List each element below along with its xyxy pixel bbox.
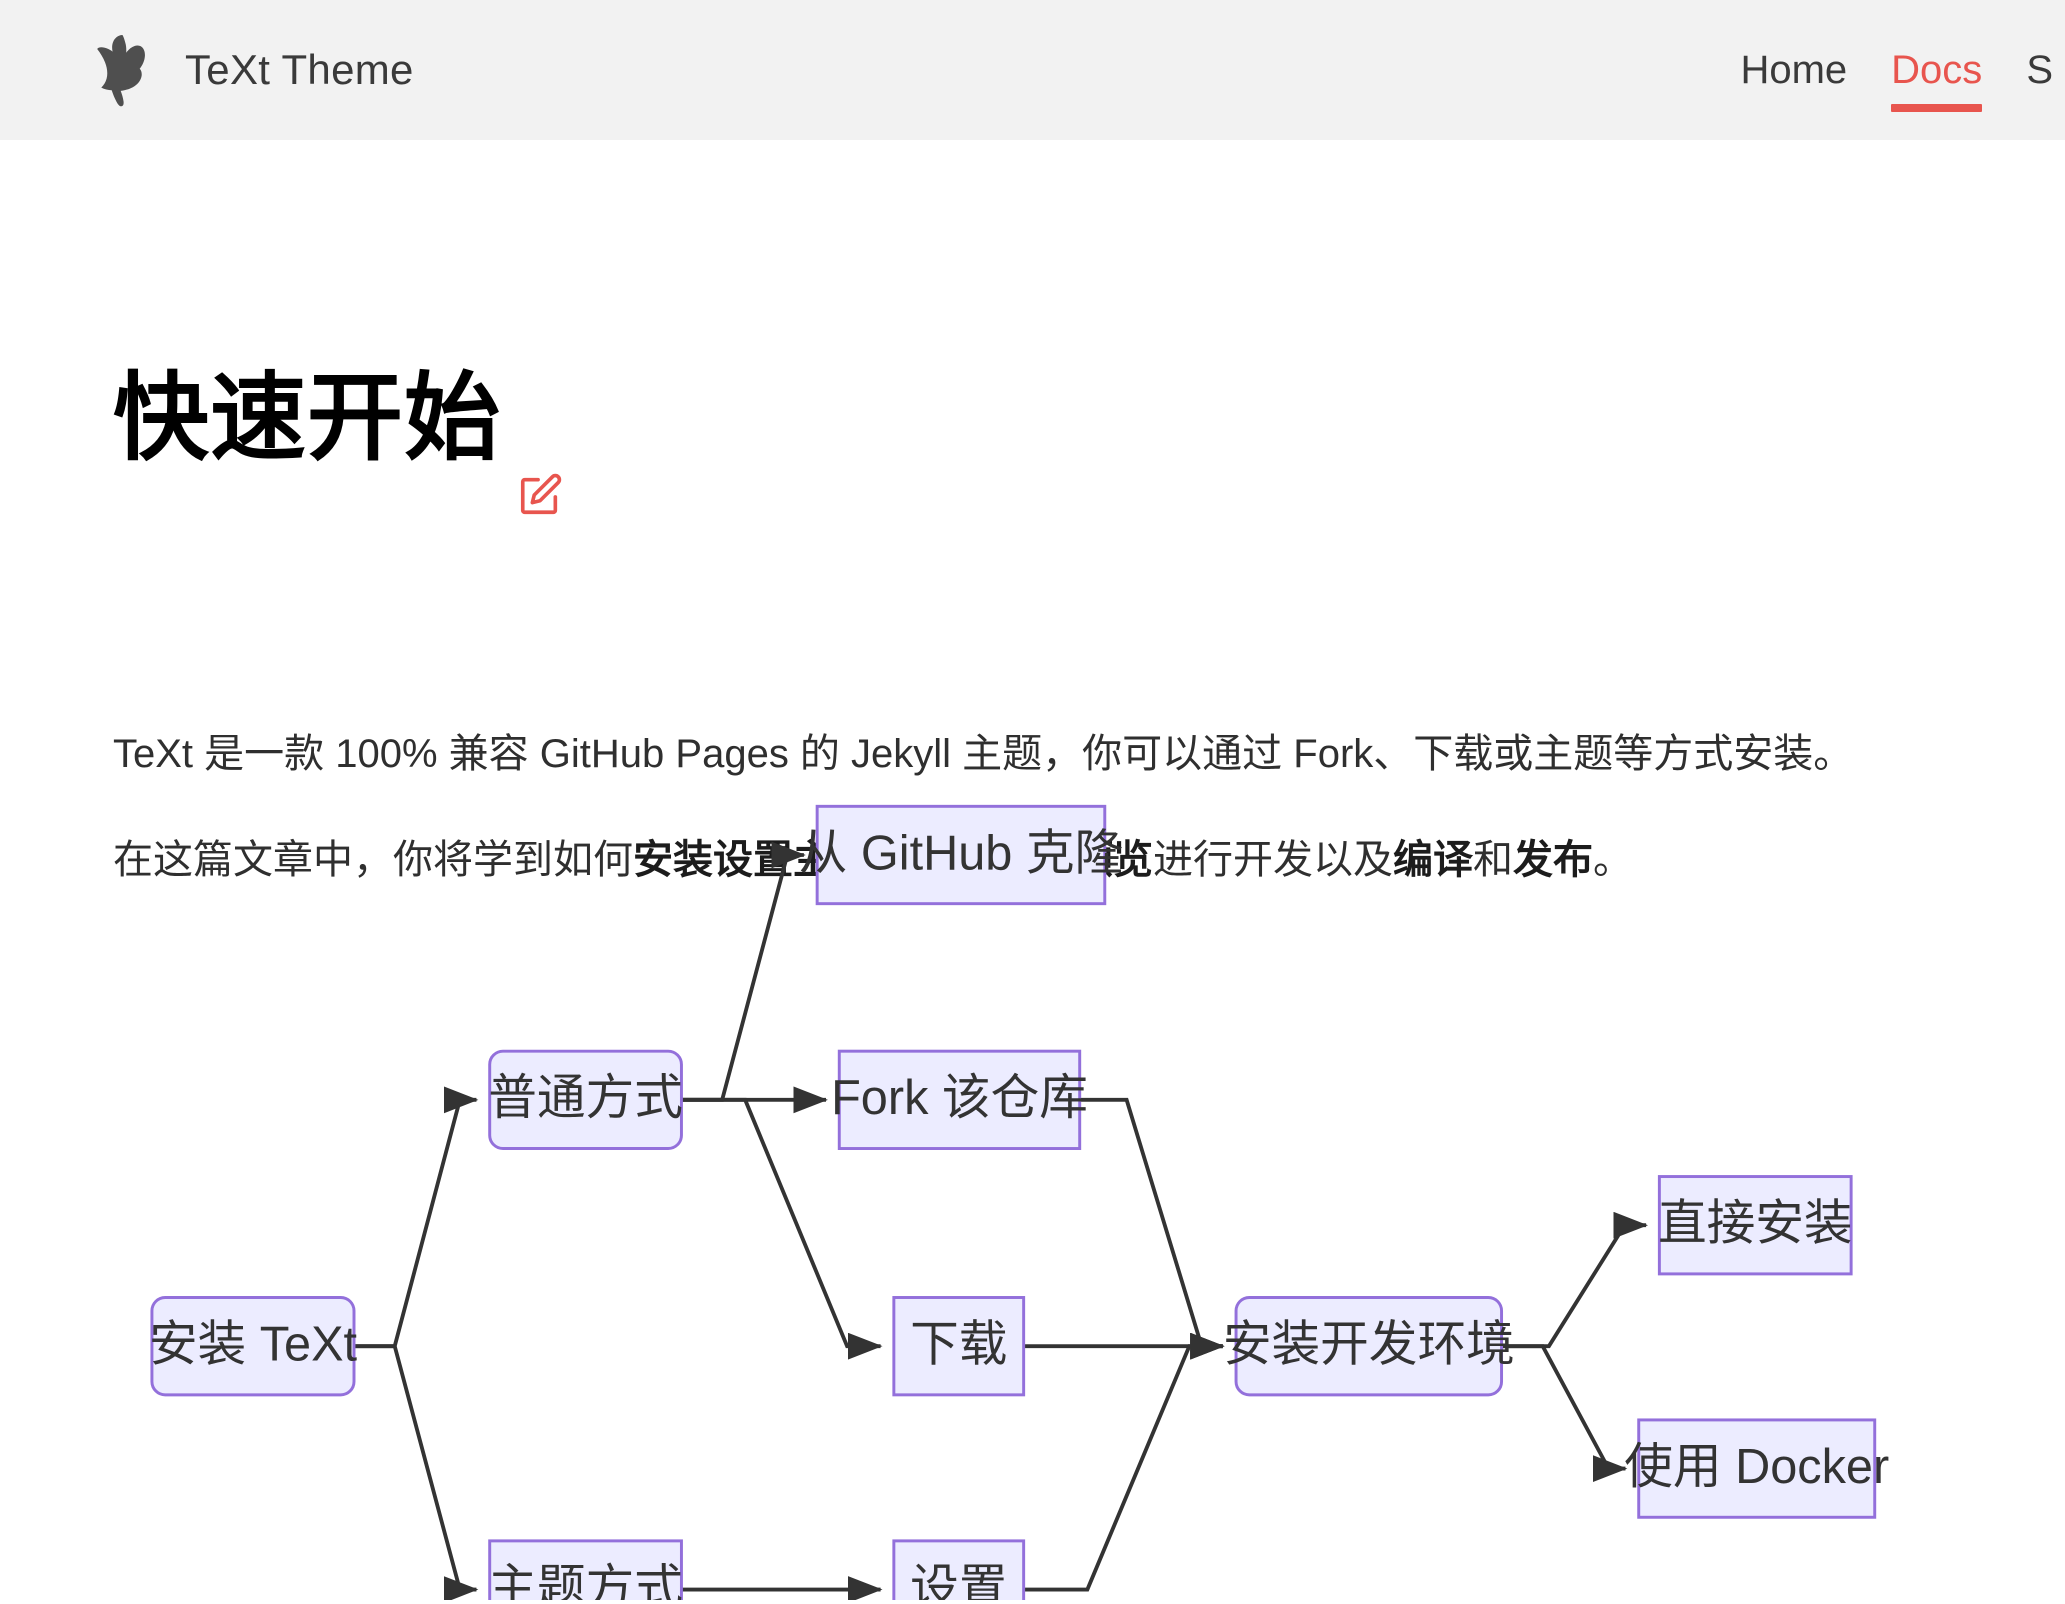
flowchart-node-label: 使用 Docker xyxy=(1624,1440,1889,1494)
flowchart-node-clone: 从 GitHub 克隆 xyxy=(799,804,1123,906)
flowchart-edge-setting-to-devenv xyxy=(1023,1332,1225,1592)
flowchart-node-label: 下载 xyxy=(910,1318,1007,1372)
page-title: 快速开始 xyxy=(113,365,501,473)
flowchart-edge-devenv-to-direct xyxy=(1501,1211,1649,1349)
flowchart-node-label: 普通方式 xyxy=(488,1071,683,1125)
flowchart-nodes: 安装 TeXt 普通方式主题方式 从 GitHub 克隆 Fork 该仓库下载设置 安装… xyxy=(149,804,1889,1600)
flowchart-node-label: 从 GitHub 克隆 xyxy=(799,826,1123,880)
flowchart-node-theme: 主题方式 xyxy=(488,1539,683,1600)
nav-item-home-label: Home xyxy=(1740,48,1848,92)
flowchart-node-download: 下载 xyxy=(892,1296,1026,1397)
site-header: TeXt Theme Home Docs S xyxy=(0,0,2065,140)
flowchart-node-devenv: 安装开发环境 xyxy=(1223,1296,1515,1397)
flowchart-node-label: 设置 xyxy=(910,1561,1007,1600)
flowchart-svg: 安装 TeXt 普通方式主题方式 从 GitHub 克隆 Fork 该仓库下载设置 安装… xyxy=(149,804,1889,1600)
flowchart-node-label: 安装 TeXt xyxy=(149,1318,358,1372)
flowchart-node-label: 直接安装 xyxy=(1658,1197,1853,1251)
flowchart-node-setting: 设置 xyxy=(892,1539,1026,1600)
flowchart-node-normal: 普通方式 xyxy=(488,1049,683,1150)
nav-item-truncated-label: S xyxy=(2026,48,2053,92)
flowchart-node-install: 安装 TeXt xyxy=(149,1296,358,1397)
flowchart-node-fork: Fork 该仓库 xyxy=(831,1049,1088,1150)
flowchart-edge-install-to-theme xyxy=(354,1344,479,1600)
nav-item-docs-label: Docs xyxy=(1891,48,1983,92)
flowchart-node-direct: 直接安装 xyxy=(1657,1175,1853,1276)
flowchart-edges xyxy=(354,841,1649,1600)
flowchart-edge-devenv-to-docker xyxy=(1501,1344,1628,1483)
flowchart-edge-install-to-normal xyxy=(354,1086,479,1349)
flowchart-node-label: 安装开发环境 xyxy=(1223,1318,1515,1372)
page-main: 快速开始 TeXt 是一款 100% 兼容 GitHub Pages 的 Jek… xyxy=(0,140,2065,1604)
edit-pencil-icon[interactable] xyxy=(517,472,563,518)
nav-active-underline xyxy=(1891,104,1983,112)
main-nav: Home Docs S xyxy=(1718,0,2065,140)
page-title-row: 快速开始 xyxy=(113,307,563,532)
flowchart-edge-normal-to-clone xyxy=(681,841,806,1102)
flowchart-node-docker: 使用 Docker xyxy=(1624,1418,1889,1519)
brand-title: TeXt Theme xyxy=(185,46,414,93)
install-flowchart: 安装 TeXt 普通方式主题方式 从 GitHub 克隆 Fork 该仓库 下载设置 安装… xyxy=(0,560,2065,1600)
brand-link[interactable]: TeXt Theme xyxy=(85,0,414,140)
nav-item-home[interactable]: Home xyxy=(1718,50,1869,90)
flowchart-edge-fork-to-devenv xyxy=(1079,1097,1225,1360)
flowchart-node-label: Fork 该仓库 xyxy=(831,1071,1088,1125)
flowchart-node-label: 主题方式 xyxy=(488,1561,683,1600)
nav-item-truncated[interactable]: S xyxy=(2004,50,2065,90)
nav-item-docs[interactable]: Docs xyxy=(1869,48,2004,112)
ginkgo-leaf-logo-icon xyxy=(97,35,145,107)
